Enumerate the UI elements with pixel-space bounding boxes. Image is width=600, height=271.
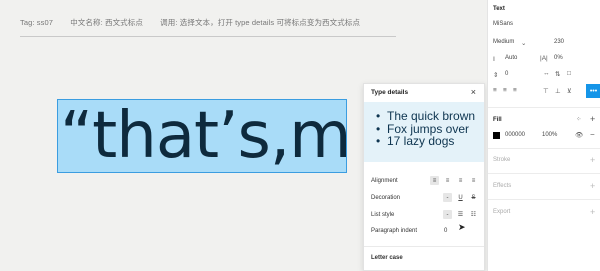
- add-fill-icon[interactable]: +: [590, 114, 595, 124]
- text-align-center-icon[interactable]: ≡: [503, 87, 507, 94]
- list-style-label: List style: [371, 212, 395, 218]
- preview-item: 17 lazy dogs: [376, 135, 475, 148]
- preview-list: The quick brown Fox jumps over 17 lazy d…: [376, 110, 475, 148]
- effects-section-title: Effects: [493, 183, 512, 189]
- paragraph-indent-label: Paragraph indent: [371, 228, 418, 234]
- caption-divider: [20, 36, 396, 37]
- chevron-down-icon[interactable]: ⌄: [521, 39, 526, 47]
- add-effect-icon[interactable]: +: [590, 181, 595, 191]
- remove-fill-icon[interactable]: −: [590, 130, 595, 139]
- line-height-icon: Ⅰ: [493, 56, 495, 63]
- align-middle-icon[interactable]: ⊥: [555, 87, 561, 95]
- close-icon[interactable]: ×: [471, 87, 476, 97]
- canvas-text[interactable]: “that’s,me: [60, 100, 346, 172]
- letter-spacing-field[interactable]: 0%: [554, 55, 563, 61]
- type-details-button[interactable]: •••: [586, 84, 600, 98]
- fill-section-title: Fill: [493, 117, 502, 123]
- popup-divider: [364, 246, 484, 247]
- font-size-field[interactable]: 230: [554, 39, 564, 45]
- numbered-list-icon[interactable]: ☷: [469, 210, 478, 219]
- decoration-controls: - U S: [443, 193, 478, 202]
- align-top-icon[interactable]: ⊤: [543, 87, 549, 95]
- alignment-label: Alignment: [371, 178, 398, 184]
- stroke-section-title: Stroke: [493, 157, 511, 163]
- strikethrough-icon[interactable]: S: [469, 193, 478, 202]
- caption-line: Tag: ss07 中文名称: 西文式标点 调用: 选择文本，打开 type d…: [20, 17, 375, 28]
- eye-icon[interactable]: 👁: [575, 131, 583, 139]
- text-align-right-icon[interactable]: ≡: [513, 87, 517, 94]
- styles-grid-icon[interactable]: ⁘: [576, 115, 581, 123]
- fill-color-swatch[interactable]: [493, 132, 500, 139]
- paragraph-spacing-icon: ⇕: [493, 72, 499, 79]
- fill-hex-field[interactable]: 000000: [505, 132, 525, 138]
- list-none-button[interactable]: -: [443, 210, 452, 219]
- fixed-size-icon[interactable]: □: [567, 70, 571, 77]
- bulleted-list-icon[interactable]: ☰: [456, 210, 465, 219]
- alignment-controls: ≡ ≡ ≡ ≡: [430, 176, 478, 185]
- align-center-icon[interactable]: ≡: [443, 176, 452, 185]
- font-weight-field[interactable]: Medium: [493, 39, 514, 45]
- panel-divider: [488, 148, 600, 149]
- paragraph-spacing-field[interactable]: 0: [505, 71, 508, 77]
- paragraph-indent-value[interactable]: 0: [444, 228, 447, 234]
- line-height-field[interactable]: Auto: [505, 55, 517, 61]
- type-details-title: Type details: [371, 89, 409, 96]
- type-preview: The quick brown Fox jumps over 17 lazy d…: [364, 102, 484, 162]
- panel-divider: [488, 173, 600, 174]
- fill-opacity-field[interactable]: 100%: [542, 132, 557, 138]
- preview-item: The quick brown: [376, 110, 475, 123]
- panel-divider: [488, 199, 600, 200]
- text-section-title: Text: [493, 6, 505, 12]
- panel-divider: [488, 107, 600, 108]
- mouse-cursor-icon: ➤: [458, 222, 466, 232]
- letter-spacing-icon: |A|: [540, 55, 548, 62]
- align-bottom-icon[interactable]: ⊻: [567, 87, 572, 95]
- design-canvas[interactable]: Tag: ss07 中文名称: 西文式标点 调用: 选择文本，打开 type d…: [0, 0, 487, 271]
- align-justify-icon[interactable]: ≡: [469, 176, 478, 185]
- export-section-title: Export: [493, 209, 511, 215]
- auto-height-icon[interactable]: ⇅: [555, 70, 560, 78]
- decoration-none-button[interactable]: -: [443, 193, 452, 202]
- letter-case-label: Letter case: [371, 255, 403, 261]
- text-align-left-icon[interactable]: ≡: [493, 87, 497, 94]
- underline-icon[interactable]: U: [456, 193, 465, 202]
- add-export-icon[interactable]: +: [590, 207, 595, 217]
- font-family-field[interactable]: MiSans: [493, 21, 513, 27]
- caption-usage: 调用: 选择文本，打开 type details 可将标点变为西文式标点: [160, 18, 361, 27]
- align-left-icon[interactable]: ≡: [430, 176, 439, 185]
- caption-tag: Tag: ss07: [20, 18, 54, 27]
- add-stroke-icon[interactable]: +: [590, 155, 595, 165]
- properties-panel: Text MiSans Medium ⌄ 230 Ⅰ Auto |A| 0% ⇕…: [487, 0, 600, 271]
- caption-cn-name: 中文名称: 西文式标点: [70, 18, 143, 27]
- align-right-icon[interactable]: ≡: [456, 176, 465, 185]
- selected-text-layer[interactable]: “that’s,me: [57, 99, 347, 173]
- auto-width-icon[interactable]: ↔: [543, 70, 550, 77]
- type-details-popup: Type details × The quick brown Fox jumps…: [363, 83, 485, 271]
- list-style-controls: - ☰ ☷: [443, 210, 478, 219]
- decoration-label: Decoration: [371, 195, 401, 201]
